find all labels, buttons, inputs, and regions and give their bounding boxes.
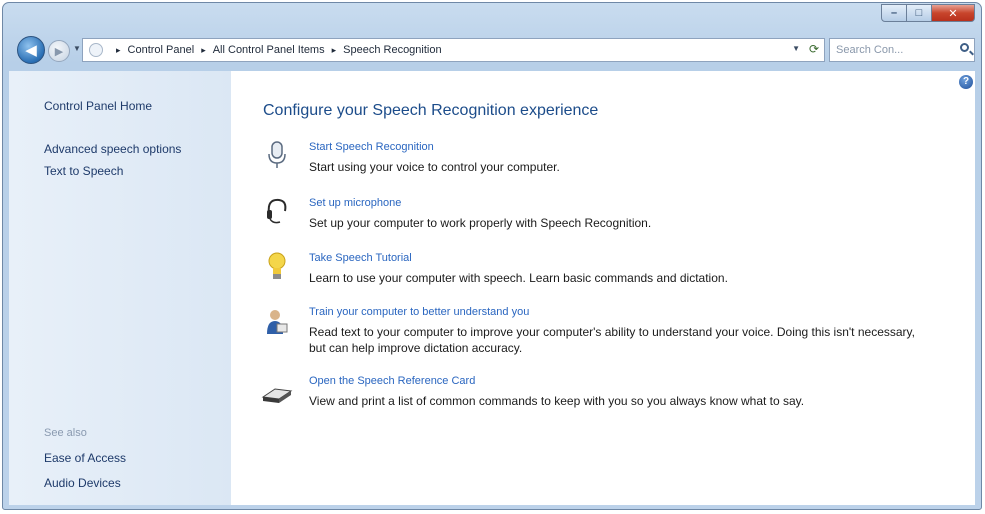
breadcrumb-speech-recognition[interactable]: Speech Recognition xyxy=(343,44,441,56)
breadcrumb-all-control-panel-items[interactable]: All Control Panel Items xyxy=(213,44,325,56)
task-description: Start using your voice to control your c… xyxy=(309,160,560,174)
minimize-button[interactable]: – xyxy=(881,4,907,22)
help-icon[interactable]: ? xyxy=(959,75,973,89)
train-computer-link[interactable]: Train your computer to better understand… xyxy=(309,306,529,318)
search-input[interactable]: Search Con... xyxy=(829,38,975,62)
microphone-icon xyxy=(268,141,286,168)
ease-of-access-link[interactable]: Ease of Access xyxy=(44,451,126,465)
breadcrumb-control-panel[interactable]: Control Panel xyxy=(128,44,195,56)
audio-devices-link[interactable]: Audio Devices xyxy=(44,476,121,490)
printer-icon xyxy=(261,388,293,403)
recent-pages-dropdown[interactable]: ▼ xyxy=(73,44,81,53)
maximize-button[interactable]: □ xyxy=(907,4,932,22)
search-placeholder: Search Con... xyxy=(836,44,904,56)
text-to-speech-link[interactable]: Text to Speech xyxy=(44,164,123,178)
forward-button[interactable]: ▶ xyxy=(48,40,70,62)
task-description: Set up your computer to work properly wi… xyxy=(309,216,652,230)
advanced-speech-options-link[interactable]: Advanced speech options xyxy=(44,142,181,156)
task-description: View and print a list of common commands… xyxy=(309,394,805,408)
start-speech-recognition-link[interactable]: Start Speech Recognition xyxy=(309,141,434,153)
breadcrumb-separator-icon[interactable]: ▸ xyxy=(116,45,121,56)
task-description: Read text to your computer to improve yo… xyxy=(309,325,915,355)
caption-buttons: – □ ✕ xyxy=(881,4,975,22)
take-speech-tutorial-link[interactable]: Take Speech Tutorial xyxy=(309,252,412,264)
back-button[interactable]: ◀ xyxy=(17,36,45,64)
navigation-bar: ◀ ▶ ▼ ▸ Control Panel ▸ All Control Pane… xyxy=(3,33,981,69)
search-icon[interactable] xyxy=(960,43,969,52)
set-up-microphone-link[interactable]: Set up microphone xyxy=(309,197,401,209)
lightbulb-icon xyxy=(268,252,286,279)
control-panel-window: – □ ✕ ◀ ▶ ▼ ▸ Control Panel ▸ All Contro… xyxy=(2,2,982,510)
address-dropdown-icon[interactable]: ▼ xyxy=(792,44,800,53)
headset-icon xyxy=(267,198,287,224)
address-bar[interactable]: ▸ Control Panel ▸ All Control Panel Item… xyxy=(82,38,825,62)
breadcrumb-separator-icon[interactable]: ▸ xyxy=(332,45,337,56)
control-panel-home-link[interactable]: Control Panel Home xyxy=(44,99,152,113)
breadcrumb-separator-icon[interactable]: ▸ xyxy=(201,45,206,56)
close-button[interactable]: ✕ xyxy=(932,4,975,22)
task-description: Learn to use your computer with speech. … xyxy=(309,271,728,285)
sidebar: Control Panel Home Advanced speech optio… xyxy=(9,71,231,505)
main-content: ? Configure your Speech Recognition expe… xyxy=(231,71,975,505)
see-also-heading: See also xyxy=(44,427,87,439)
refresh-icon[interactable]: ⟳ xyxy=(809,42,819,56)
user-training-icon xyxy=(267,310,288,334)
control-panel-icon xyxy=(89,43,103,57)
page-title: Configure your Speech Recognition experi… xyxy=(263,102,599,119)
open-speech-reference-card-link[interactable]: Open the Speech Reference Card xyxy=(309,375,475,387)
